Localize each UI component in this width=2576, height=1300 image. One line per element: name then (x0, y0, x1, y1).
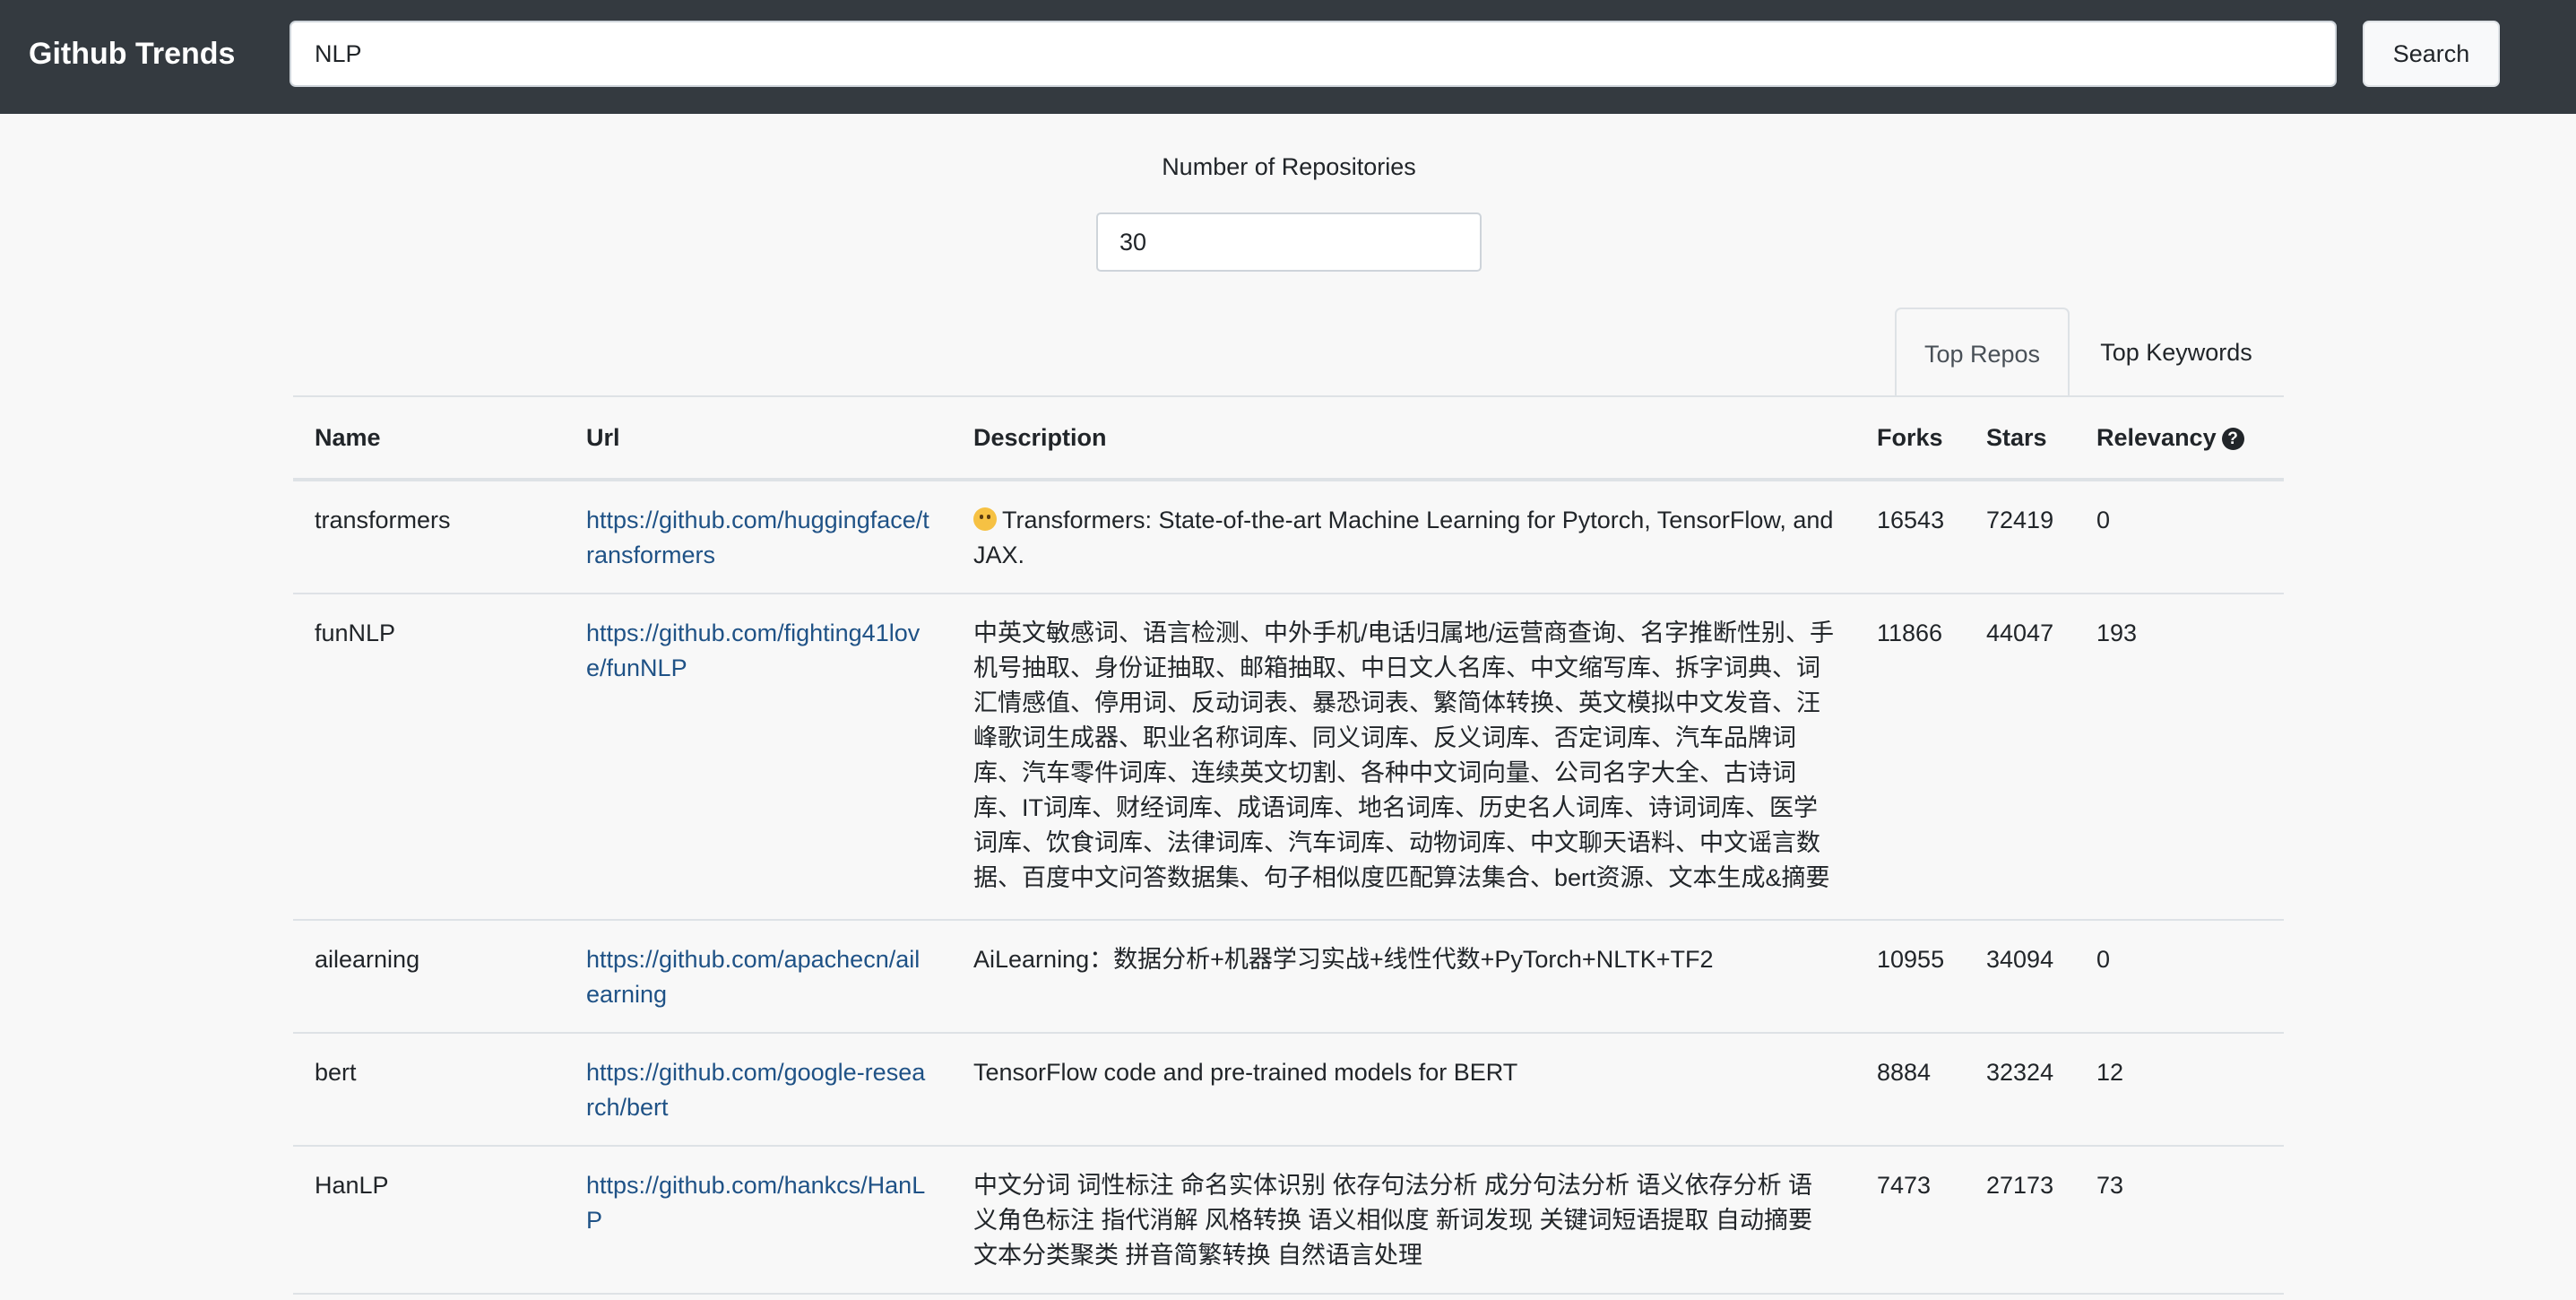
tab-top-keywords[interactable]: Top Keywords (2085, 308, 2268, 397)
column-header-relevancy[interactable]: Relevancy? (2075, 397, 2284, 481)
table-row: funNLP https://github.com/fighting41love… (293, 594, 2284, 921)
repo-description-text: 中英文敏感词、语言检测、中外手机/电话归属地/运营商查询、名字推断性别、手机号抽… (973, 620, 1834, 891)
repo-stars: 32324 (1965, 1033, 2075, 1147)
repo-relevancy: 12 (2075, 1033, 2284, 1147)
repo-url-link[interactable]: https://github.com/huggingface/transform… (586, 507, 929, 568)
navbar: Github Trends Search (0, 0, 2576, 114)
repo-description: 中文分词 词性标注 命名实体识别 依存句法分析 成分句法分析 语义依存分析 语义… (952, 1146, 1855, 1295)
repo-count-label: Number of Repositories (1162, 153, 1416, 180)
repo-stars: 72419 (1965, 480, 2075, 594)
repos-table-container: Name Url Description Forks Stars Relevan… (293, 395, 2284, 1300)
repo-name: ailearning (293, 920, 565, 1034)
search-input[interactable] (290, 21, 2337, 87)
repo-url-link[interactable]: https://github.com/fighting41love/funNLP (586, 620, 920, 681)
repo-relevancy: 0 (2075, 480, 2284, 594)
repo-forks: 16543 (1855, 480, 1965, 594)
repo-relevancy: 0 (2075, 920, 2284, 1034)
brand-title[interactable]: Github Trends (29, 32, 235, 75)
repo-url-link[interactable]: https://github.com/hankcs/HanLP (586, 1172, 925, 1234)
repo-relevancy: 73 (2075, 1146, 2284, 1295)
repo-description: TensorFlow code and pre-trained models f… (952, 1033, 1855, 1147)
table-header-row: Name Url Description Forks Stars Relevan… (293, 397, 2284, 481)
repo-url-link[interactable]: https://github.com/google-research/bert (586, 1059, 925, 1121)
repo-stars: 27173 (1965, 1146, 2075, 1295)
table-row: HanLP https://github.com/hankcs/HanLP 中文… (293, 1146, 2284, 1295)
repo-forks: 11866 (1855, 594, 1965, 921)
repo-description: 中英文敏感词、语言检测、中外手机/电话归属地/运营商查询、名字推断性别、手机号抽… (952, 594, 1855, 921)
repo-forks: 10955 (1855, 920, 1965, 1034)
repo-name: HanLP (293, 1146, 565, 1295)
column-header-stars[interactable]: Stars (1965, 397, 2075, 481)
repo-name: funNLP (293, 594, 565, 921)
repo-description: AiLearning：数据分析+机器学习实战+线性代数+PyTorch+NLTK… (952, 920, 1855, 1034)
repos-table: Name Url Description Forks Stars Relevan… (293, 397, 2284, 1295)
repo-name: bert (293, 1033, 565, 1147)
repo-forks: 7473 (1855, 1146, 1965, 1295)
repo-count-input[interactable] (1096, 212, 1482, 272)
search-button[interactable]: Search (2363, 21, 2500, 87)
repo-name: transformers (293, 480, 565, 594)
tab-top-repos[interactable]: Top Repos (1895, 308, 2070, 397)
repo-description: Transformers: State-of-the-art Machine L… (952, 480, 1855, 594)
repo-forks: 8884 (1855, 1033, 1965, 1147)
column-header-name[interactable]: Name (293, 397, 565, 481)
table-row: transformers https://github.com/huggingf… (293, 480, 2284, 594)
repo-stars: 44047 (1965, 594, 2075, 921)
repo-relevancy: 193 (2075, 594, 2284, 921)
column-header-forks[interactable]: Forks (1855, 397, 1965, 481)
relevancy-header-label: Relevancy (2096, 423, 2217, 451)
hugging-face-emoji-icon (973, 507, 997, 531)
question-circle-icon[interactable]: ? (2221, 427, 2244, 450)
column-header-url[interactable]: Url (565, 397, 952, 481)
table-row: ailearning https://github.com/apachecn/a… (293, 920, 2284, 1034)
repo-stars: 34094 (1965, 920, 2075, 1034)
table-row: bert https://github.com/google-research/… (293, 1033, 2284, 1147)
column-header-description[interactable]: Description (952, 397, 1855, 481)
repo-description-text: Transformers: State-of-the-art Machine L… (973, 507, 1834, 568)
repo-url-link[interactable]: https://github.com/apachecn/ailearning (586, 946, 920, 1008)
